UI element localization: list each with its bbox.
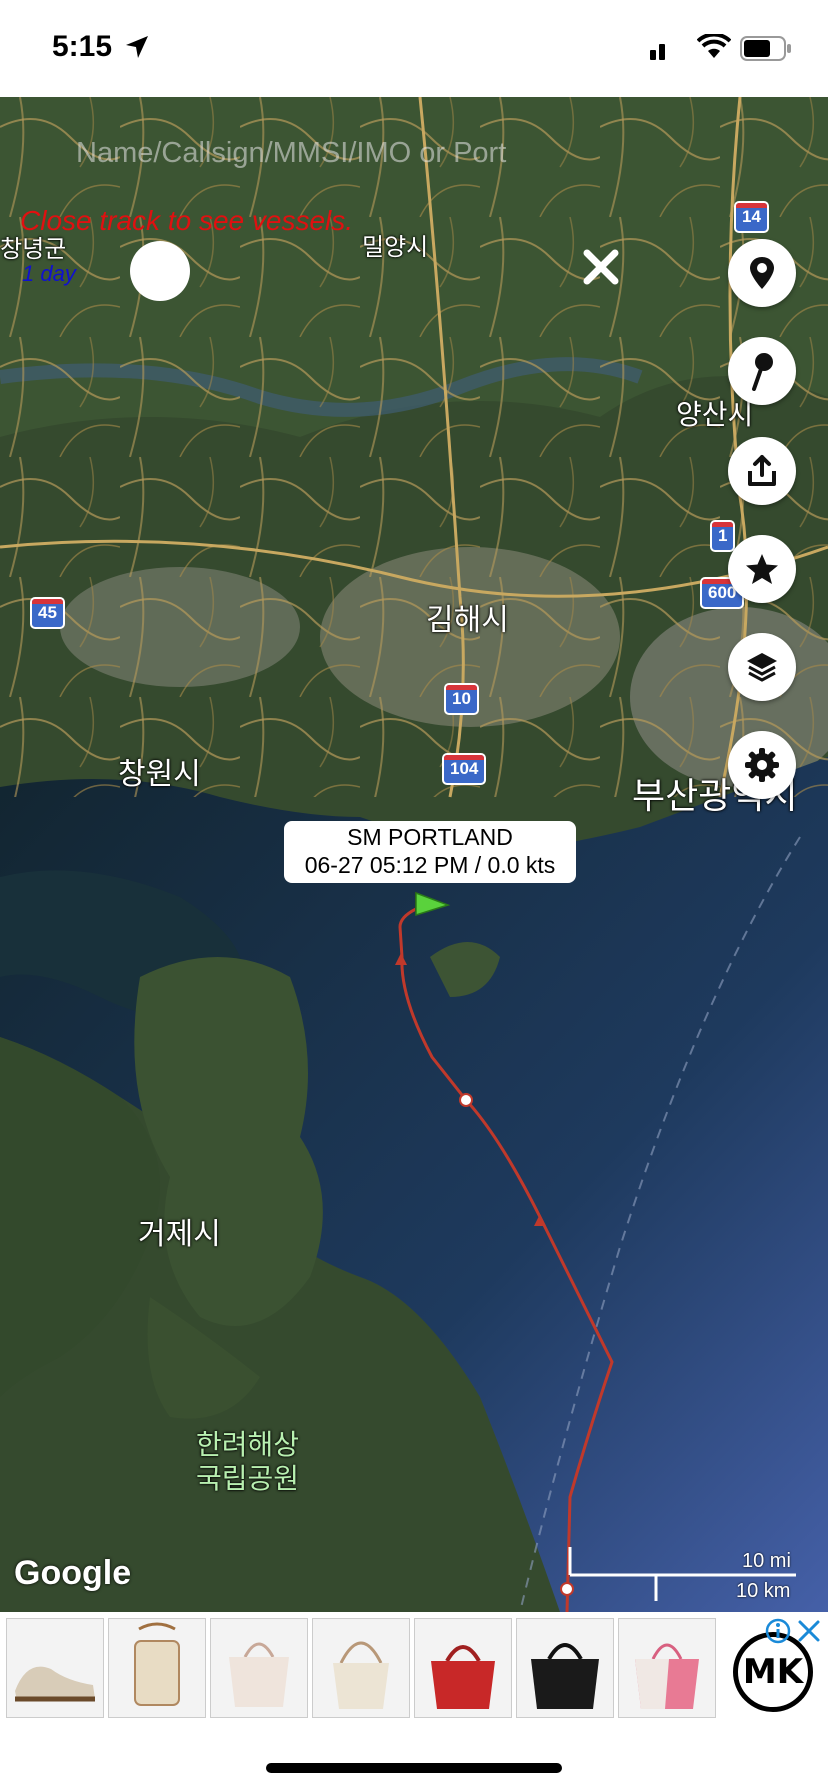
scale-km: 10 km	[736, 1580, 791, 1602]
home-indicator[interactable]	[266, 1763, 562, 1773]
search-input[interactable]: Name/Callsign/MMSI/IMO or Port	[76, 137, 506, 170]
layers-button[interactable]	[728, 633, 796, 701]
brand-logo[interactable]: MK	[733, 1632, 813, 1712]
ad-banner[interactable]	[0, 1612, 828, 1720]
vessel-name: SM PORTLAND	[347, 824, 513, 850]
ad-product-tote[interactable]	[210, 1618, 308, 1718]
star-icon	[746, 554, 778, 584]
cellular-signal-icon	[650, 44, 665, 60]
track-message: Close track to see vessels.	[20, 205, 354, 236]
ad-product-sneaker[interactable]	[6, 1618, 104, 1718]
location-button[interactable]	[728, 239, 796, 307]
road-shield: 1	[710, 520, 736, 552]
satellite-map[interactable]: Name/Callsign/MMSI/IMO or Port Close tra…	[0, 97, 828, 1612]
pin-button[interactable]	[728, 337, 796, 405]
place-label: 김해시	[426, 603, 509, 638]
road-shield: 45	[30, 597, 65, 629]
place-label: 창원시	[118, 757, 201, 792]
layers-icon	[747, 653, 777, 682]
battery-icon	[740, 36, 791, 61]
gear-icon	[745, 748, 779, 782]
wifi-icon	[697, 34, 731, 58]
status-time: 5:15	[52, 30, 113, 63]
ad-product-pink-tote[interactable]	[618, 1618, 716, 1718]
map-pin-icon	[752, 353, 773, 391]
scale-miles: 10 mi	[742, 1550, 791, 1572]
settings-button[interactable]	[728, 731, 796, 799]
close-icon[interactable]	[583, 249, 619, 285]
track-waypoint	[459, 1093, 473, 1107]
vessel-status: 06-27 05:12 PM / 0.0 kts	[304, 852, 556, 878]
vessel-callout[interactable]: SM PORTLAND 06-27 05:12 PM / 0.0 kts	[284, 821, 576, 883]
share-button[interactable]	[728, 437, 796, 505]
ad-product-shoulder-bag[interactable]	[312, 1618, 410, 1718]
place-label: 국립공원	[196, 1462, 300, 1495]
ad-product-crossbody[interactable]	[108, 1618, 206, 1718]
road-shield: 14	[734, 201, 769, 233]
place-label: 거제시	[138, 1217, 221, 1252]
road-shield: 10	[444, 683, 479, 715]
location-arrow-icon	[126, 36, 148, 58]
place-label: 창녕군	[0, 235, 67, 263]
place-label: 양산시	[676, 398, 754, 431]
place-label: 밀양시	[362, 233, 429, 261]
ad-close-icon[interactable]	[796, 1618, 822, 1644]
ad-product-red-bag[interactable]	[414, 1618, 512, 1718]
ad-info-icon[interactable]	[765, 1618, 791, 1644]
location-pin-icon	[750, 257, 774, 289]
favorites-button[interactable]	[728, 535, 796, 603]
track-toggle[interactable]	[130, 241, 190, 301]
road-shield: 104	[442, 753, 487, 785]
ad-product-black-bag[interactable]	[516, 1618, 614, 1718]
share-icon	[748, 455, 776, 486]
track-period: 1 day	[22, 261, 76, 286]
google-logo: Google	[14, 1554, 132, 1592]
status-bar: 5:15	[0, 0, 828, 97]
